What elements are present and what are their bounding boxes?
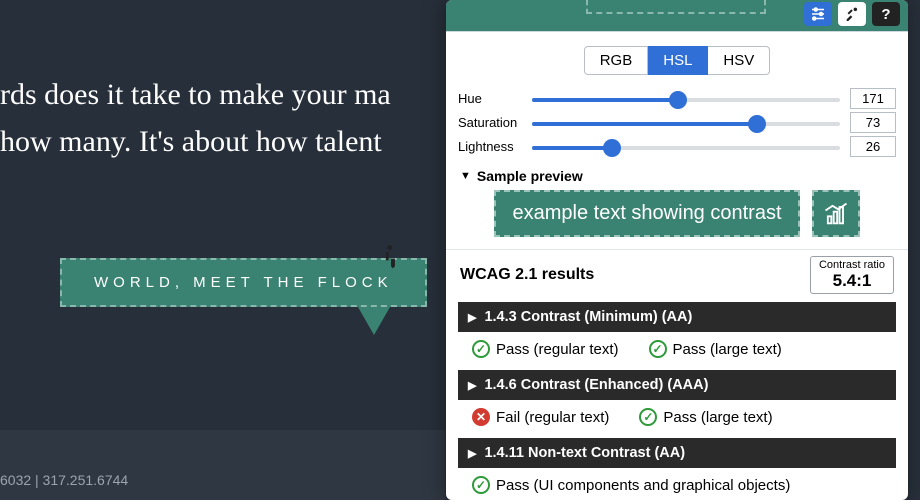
slider-saturation-label: Saturation bbox=[458, 115, 532, 130]
fail-icon: ✕ bbox=[472, 408, 490, 426]
criterion-title: 1.4.11 Non-text Contrast (AA) bbox=[484, 445, 685, 461]
hero-line-2: how many. It's about how talent bbox=[0, 119, 460, 166]
pass-icon: ✓ bbox=[639, 408, 657, 426]
cta-label: WORLD, MEET THE FLOCK bbox=[94, 274, 393, 291]
criterion-results: ✓ Pass (UI components and graphical objec… bbox=[446, 468, 908, 500]
tab-hsv[interactable]: HSV bbox=[708, 46, 770, 75]
cta-button[interactable]: WORLD, MEET THE FLOCK bbox=[60, 258, 427, 307]
slider-lightness-track[interactable] bbox=[532, 141, 840, 153]
footer-band bbox=[0, 430, 445, 500]
criterion-results: ✓ Pass (regular text) ✓ Pass (large text) bbox=[446, 332, 908, 366]
tab-rgb[interactable]: RGB bbox=[584, 46, 649, 75]
criterion-results: ✕ Fail (regular text) ✓ Pass (large text) bbox=[446, 400, 908, 434]
contrast-ratio-caption: Contrast ratio bbox=[819, 259, 885, 271]
sample-preview-toggle[interactable]: ▼ Sample preview bbox=[446, 162, 908, 190]
result-label: Pass (large text) bbox=[663, 409, 772, 426]
panel-tools: ? bbox=[804, 2, 900, 26]
sample-preview-heading: Sample preview bbox=[477, 168, 583, 184]
hero-text: rds does it take to make your ma how man… bbox=[0, 72, 460, 165]
chevron-down-icon: ▼ bbox=[460, 170, 471, 182]
results-heading: WCAG 2.1 results bbox=[460, 266, 594, 284]
panel-header-swatch bbox=[586, 0, 766, 14]
sliders: Hue 171 Saturation 73 Lightness 26 bbox=[446, 83, 908, 162]
footer-contact: 6032 | 317.251.6744 bbox=[0, 472, 128, 488]
slider-lightness-value[interactable]: 26 bbox=[850, 136, 896, 157]
result-label: Pass (UI components and graphical object… bbox=[496, 477, 790, 494]
sample-preview: example text showing contrast bbox=[446, 190, 908, 249]
criterion-title: 1.4.6 Contrast (Enhanced) (AAA) bbox=[484, 377, 708, 393]
criterion-toggle[interactable]: ▶ 1.4.11 Non-text Contrast (AA) bbox=[458, 438, 896, 468]
help-button[interactable]: ? bbox=[872, 2, 900, 26]
contrast-ratio-value: 5.4:1 bbox=[819, 271, 885, 291]
cta-tail-icon bbox=[358, 307, 390, 335]
pass-icon: ✓ bbox=[649, 340, 667, 358]
result-item: ✓ Pass (regular text) bbox=[472, 340, 619, 358]
slider-lightness: Lightness 26 bbox=[458, 136, 896, 157]
chevron-right-icon: ▶ bbox=[468, 311, 476, 324]
result-label: Pass (regular text) bbox=[496, 341, 619, 358]
cta-wrap: WORLD, MEET THE FLOCK bbox=[60, 258, 427, 307]
pass-icon: ✓ bbox=[472, 340, 490, 358]
slider-hue-track[interactable] bbox=[532, 93, 840, 105]
slider-hue-value[interactable]: 171 bbox=[850, 88, 896, 109]
result-item: ✓ Pass (large text) bbox=[639, 408, 772, 426]
sliders-icon[interactable] bbox=[804, 2, 832, 26]
tab-hsl[interactable]: HSL bbox=[648, 46, 708, 75]
slider-saturation-value[interactable]: 73 bbox=[850, 112, 896, 133]
panel-header: ? bbox=[446, 0, 908, 32]
contrast-panel: ? RGB HSL HSV Hue 171 Saturation 73 Ligh… bbox=[446, 0, 908, 500]
colorspace-tabs: RGB HSL HSV bbox=[446, 46, 908, 75]
result-item: ✓ Pass (large text) bbox=[649, 340, 782, 358]
criterion-title: 1.4.3 Contrast (Minimum) (AA) bbox=[484, 309, 692, 325]
chevron-right-icon: ▶ bbox=[468, 447, 476, 460]
preview-icon-swatch bbox=[812, 190, 860, 237]
result-item: ✓ Pass (UI components and graphical objec… bbox=[472, 476, 790, 494]
chevron-right-icon: ▶ bbox=[468, 379, 476, 392]
slider-lightness-label: Lightness bbox=[458, 139, 532, 154]
slider-saturation: Saturation 73 bbox=[458, 112, 896, 133]
contrast-ratio-box: Contrast ratio 5.4:1 bbox=[810, 256, 894, 294]
result-label: Fail (regular text) bbox=[496, 409, 609, 426]
criterion-toggle[interactable]: ▶ 1.4.3 Contrast (Minimum) (AA) bbox=[458, 302, 896, 332]
criteria-list: ▶ 1.4.3 Contrast (Minimum) (AA) ✓ Pass (reg… bbox=[446, 302, 908, 500]
hero-line-1: rds does it take to make your ma bbox=[0, 72, 460, 119]
result-item: ✕ Fail (regular text) bbox=[472, 408, 609, 426]
preview-text-swatch: example text showing contrast bbox=[494, 190, 799, 237]
chart-icon bbox=[822, 200, 850, 228]
criterion-toggle[interactable]: ▶ 1.4.6 Contrast (Enhanced) (AAA) bbox=[458, 370, 896, 400]
result-label: Pass (large text) bbox=[673, 341, 782, 358]
slider-hue: Hue 171 bbox=[458, 88, 896, 109]
slider-saturation-track[interactable] bbox=[532, 117, 840, 129]
results-header: WCAG 2.1 results Contrast ratio 5.4:1 bbox=[446, 249, 908, 298]
eyedropper-button[interactable] bbox=[838, 2, 866, 26]
slider-hue-label: Hue bbox=[458, 91, 532, 106]
pass-icon: ✓ bbox=[472, 476, 490, 494]
